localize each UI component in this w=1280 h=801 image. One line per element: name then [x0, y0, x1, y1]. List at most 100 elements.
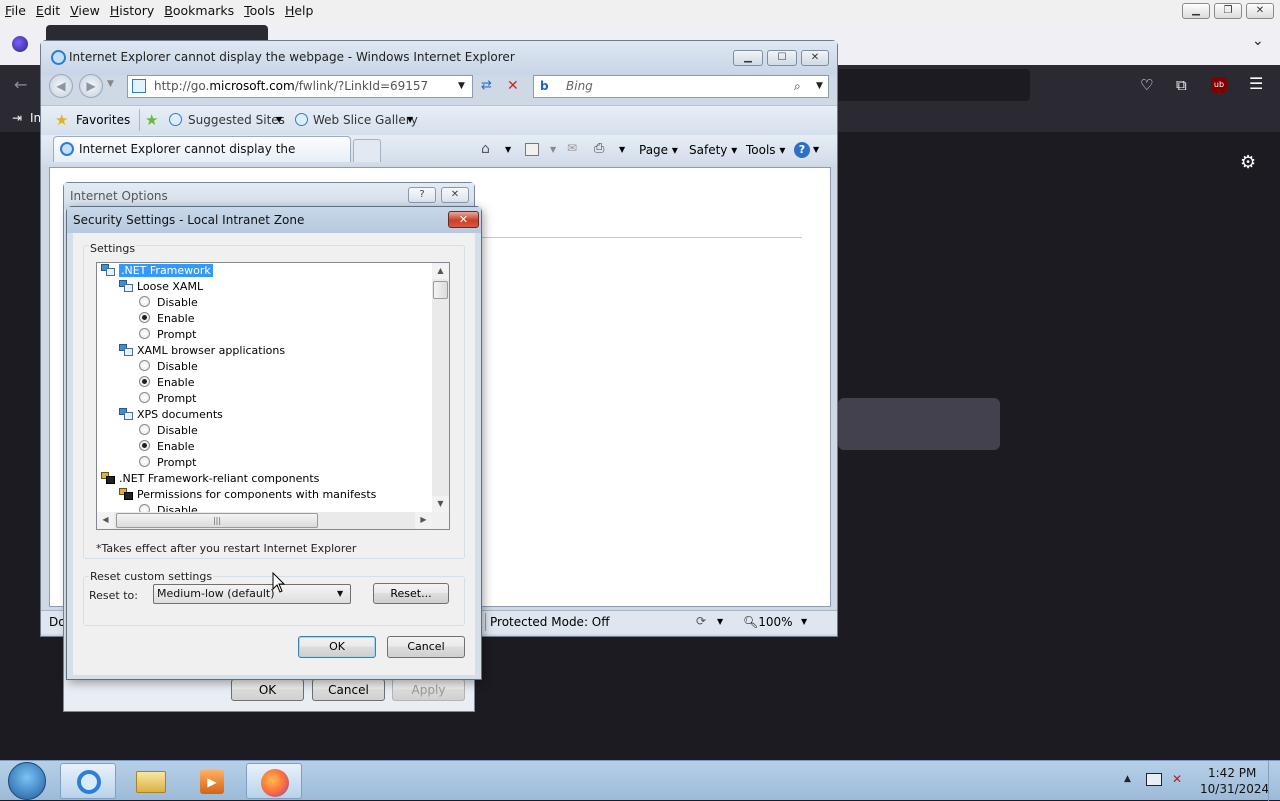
- internet-options-apply-button[interactable]: Apply: [392, 679, 465, 701]
- show-hidden-icons-icon[interactable]: ▲: [1124, 774, 1131, 784]
- network-disconnected-icon[interactable]: ✕: [1172, 772, 1182, 786]
- zoom-dropdown-icon[interactable]: ▼: [801, 617, 807, 626]
- ie-back-button[interactable]: ◀: [49, 74, 73, 98]
- firefox-close-button[interactable]: ✕: [1246, 3, 1274, 19]
- radio-button[interactable]: [139, 424, 150, 435]
- reset-button[interactable]: Reset...: [373, 583, 449, 604]
- extensions-icon[interactable]: ⧉: [1176, 76, 1187, 94]
- search-box[interactable]: [838, 398, 1000, 450]
- taskbar-internet-explorer-icon[interactable]: [60, 763, 116, 799]
- feeds-dropdown-icon[interactable]: ▼: [550, 145, 556, 154]
- scroll-down-icon[interactable]: ▼: [432, 496, 449, 512]
- safety-menu[interactable]: Safety ▾: [689, 143, 737, 157]
- scroll-left-icon[interactable]: ◀: [97, 512, 114, 529]
- vertical-scroll-thumb[interactable]: [433, 281, 448, 299]
- taskbar-file-explorer-icon[interactable]: [122, 763, 178, 799]
- start-orb-icon[interactable]: [8, 762, 46, 800]
- security-settings-close-button[interactable]: ✕: [448, 211, 479, 228]
- radio-button[interactable]: [139, 296, 150, 307]
- menu-icon[interactable]: ☰: [1249, 75, 1263, 93]
- tools-menu[interactable]: Tools ▾: [746, 143, 785, 157]
- radio-button[interactable]: [139, 456, 150, 467]
- radio-button[interactable]: [139, 376, 150, 387]
- radio-button[interactable]: [139, 312, 150, 323]
- search-icon[interactable]: ⌕: [794, 76, 801, 97]
- clock-date[interactable]: 10/31/2024: [1200, 782, 1269, 796]
- feeds-icon[interactable]: [525, 143, 539, 156]
- radio-button[interactable]: [139, 504, 150, 512]
- radio-button[interactable]: [139, 440, 150, 451]
- tree-category-net-reliant-components[interactable]: .NET Framework-reliant components: [101, 471, 319, 487]
- help-dropdown-icon[interactable]: ▼: [813, 145, 819, 154]
- radio-xbap-prompt[interactable]: Prompt: [139, 391, 196, 407]
- security-cancel-button[interactable]: Cancel: [387, 636, 465, 658]
- ie-forward-button[interactable]: ▶: [79, 74, 103, 98]
- import-bookmarks-icon[interactable]: ⇥: [12, 111, 22, 125]
- accelerator-dropdown-icon[interactable]: ▼: [717, 617, 723, 626]
- taskbar-firefox-icon[interactable]: [246, 763, 302, 799]
- settings-gear-icon[interactable]: ⚙: [1240, 154, 1256, 172]
- accelerator-icon[interactable]: ⟳: [696, 614, 706, 628]
- internet-options-ok-button[interactable]: OK: [231, 679, 304, 701]
- pocket-icon[interactable]: ♡: [1140, 76, 1153, 94]
- web-slice-dropdown-icon[interactable]: ▼: [407, 115, 413, 124]
- ie-minimize-button[interactable]: ▁: [733, 50, 763, 66]
- page-menu[interactable]: Page ▾: [639, 143, 678, 157]
- vertical-scrollbar[interactable]: ▲ ▼: [432, 263, 449, 512]
- taskbar-media-player-icon[interactable]: ▶: [184, 763, 240, 799]
- radio-manifest-disable[interactable]: Disable: [139, 503, 198, 512]
- internet-options-help-button[interactable]: ?: [408, 187, 436, 203]
- radio-loose-xaml-disable[interactable]: Disable: [139, 295, 198, 311]
- suggested-sites-dropdown-icon[interactable]: ▼: [276, 115, 282, 124]
- radio-button[interactable]: [139, 328, 150, 339]
- radio-xps-prompt[interactable]: Prompt: [139, 455, 196, 471]
- favorites-button[interactable]: Favorites: [76, 113, 130, 127]
- suggested-sites-link[interactable]: Suggested Sites: [188, 113, 285, 127]
- clock-time[interactable]: 1:42 PM: [1208, 766, 1256, 780]
- help-icon[interactable]: ?: [794, 142, 810, 158]
- stop-icon[interactable]: ✕: [507, 78, 519, 94]
- print-icon[interactable]: ⎙: [594, 141, 604, 156]
- menu-history[interactable]: History: [105, 3, 159, 18]
- horizontal-scrollbar[interactable]: ◀ ||| ▶: [97, 512, 432, 529]
- menu-help[interactable]: Help: [280, 3, 319, 18]
- address-dropdown-icon[interactable]: ▼: [458, 76, 465, 97]
- radio-button[interactable]: [139, 392, 150, 403]
- firefox-restore-button[interactable]: ❐: [1214, 3, 1242, 19]
- scroll-right-icon[interactable]: ▶: [415, 512, 432, 529]
- list-all-tabs-icon[interactable]: ⌄: [1252, 33, 1264, 49]
- radio-xps-disable[interactable]: Disable: [139, 423, 198, 439]
- scroll-up-icon[interactable]: ▲: [432, 263, 449, 279]
- ie-address-bar[interactable]: http://go.microsoft.com/fwlink/?LinkId=6…: [127, 75, 473, 98]
- home-dropdown-icon[interactable]: ▼: [505, 145, 511, 154]
- radio-loose-xaml-enable[interactable]: Enable: [139, 311, 194, 327]
- ie-recent-pages-icon[interactable]: ▼: [107, 79, 114, 89]
- radio-xbap-disable[interactable]: Disable: [139, 359, 198, 375]
- ie-tab-current[interactable]: Internet Explorer cannot display the web…: [53, 136, 351, 180]
- security-ok-button[interactable]: OK: [298, 636, 376, 658]
- ie-new-tab-button[interactable]: [353, 139, 381, 162]
- internet-options-cancel-button[interactable]: Cancel: [312, 679, 385, 701]
- internet-options-close-button[interactable]: ✕: [441, 187, 469, 203]
- menu-edit[interactable]: Edit: [31, 3, 65, 18]
- radio-xps-enable[interactable]: Enable: [139, 439, 194, 455]
- menu-bookmarks[interactable]: Bookmarks: [159, 3, 239, 18]
- back-icon[interactable]: ←: [14, 76, 27, 94]
- reset-to-select[interactable]: Medium-low (default) ▼: [153, 584, 351, 604]
- home-icon[interactable]: ⌂: [481, 141, 490, 157]
- horizontal-scroll-thumb[interactable]: |||: [116, 513, 318, 528]
- show-desktop-button[interactable]: [1268, 761, 1280, 801]
- add-favorites-icon[interactable]: ★: [145, 111, 158, 129]
- ie-close-button[interactable]: ✕: [801, 50, 829, 66]
- search-dropdown-icon[interactable]: ▼: [816, 76, 823, 97]
- radio-button[interactable]: [139, 360, 150, 371]
- ie-maximize-button[interactable]: ☐: [767, 50, 797, 66]
- zoom-control[interactable]: 🔍︎100%: [743, 615, 793, 629]
- firefox-view-icon[interactable]: [12, 36, 28, 52]
- radio-xbap-enable[interactable]: Enable: [139, 375, 194, 391]
- web-slice-gallery-link[interactable]: Web Slice Gallery: [313, 113, 418, 127]
- menu-tools[interactable]: Tools: [239, 3, 280, 18]
- ublock-icon[interactable]: ub: [1211, 77, 1227, 93]
- menu-view[interactable]: View: [65, 3, 105, 18]
- read-mail-icon[interactable]: ✉: [567, 141, 577, 155]
